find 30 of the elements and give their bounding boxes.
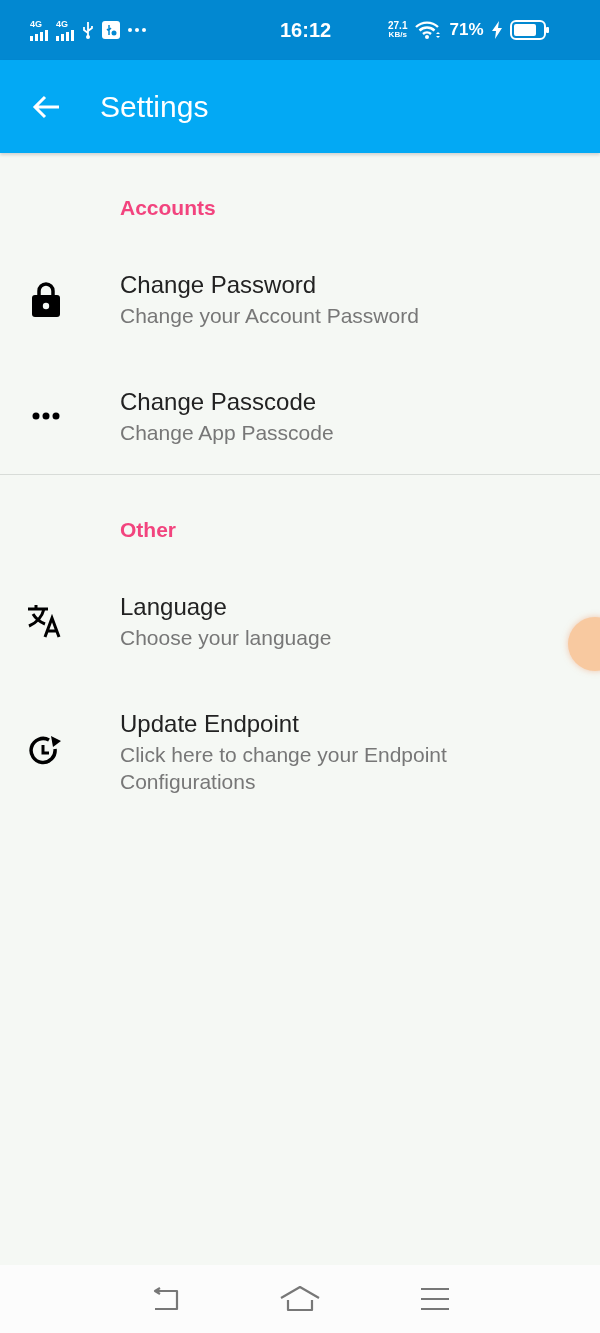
clock-icon [29,735,63,767]
menu-icon[interactable] [420,1287,450,1311]
setting-title[interactable]: Update Endpoint [120,707,299,741]
speed-unit: KB/s [388,30,407,39]
signal-icon [30,28,48,41]
speed-value: 27.1 [388,21,408,30]
network-type: 4G [56,19,68,29]
setting-description: Click here to change your Endpoint Configurations [120,742,448,795]
network-type: 4G [30,19,42,29]
setting-description: Change App Passcode [120,420,334,446]
more-icon [32,411,60,420]
signal-icon [56,28,74,41]
clock-time: 16:12 [280,18,333,42]
more-icon [128,28,146,32]
battery-icon [509,20,550,40]
back-button[interactable] [32,94,60,119]
setting-title[interactable]: Change Passcode [120,385,317,419]
usb-settings-icon [102,21,120,39]
setting-title[interactable]: Change Password [120,268,317,302]
setting-description: Change your Account Password [120,303,419,329]
home-icon[interactable] [280,1286,320,1312]
setting-description: Choose your language [120,625,332,651]
battery-percent: 71% [449,20,484,40]
section-header: Other [120,517,176,543]
lock-icon [32,280,60,317]
section-header: Accounts [120,195,216,221]
wifi-icon [415,21,442,39]
usb-icon [82,21,94,39]
setting-title[interactable]: Language [120,590,227,624]
screen-title: Settings [100,89,209,124]
